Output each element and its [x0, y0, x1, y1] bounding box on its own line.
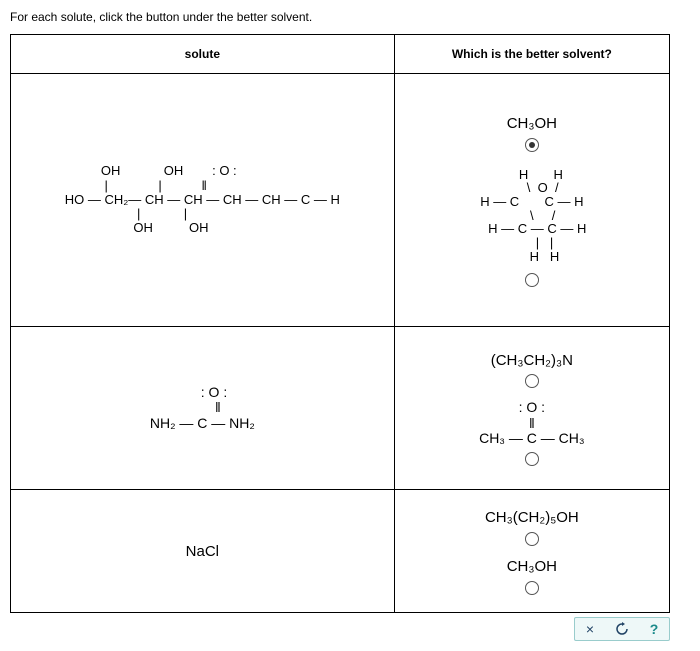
solvent-2b-radio[interactable] — [525, 452, 539, 466]
solvent-cell-3: CH₃(CH₂)₅OH CH₃OH — [394, 490, 669, 613]
solvent-3a-label: CH₃(CH₂)₅OH — [403, 509, 661, 526]
solute-cell-3: NaCl — [11, 490, 395, 613]
solvent-2a-radio[interactable] — [525, 374, 539, 388]
close-icon[interactable]: × — [583, 622, 597, 636]
acetone-structure: : O : ‖ CH₃ — C — CH₃ — [479, 400, 585, 446]
button-box: × ? — [574, 617, 670, 641]
solvent-cell-1: CH₃OH H H \ O / H — C C — H \ / H — C — … — [394, 74, 669, 327]
furan-structure: H H \ O / H — C C — H \ / H — C — C — H … — [477, 168, 586, 263]
solute-cell-2: : O : ‖ NH₂ — C — NH₂ — [11, 327, 395, 490]
solvent-3b-label: CH₃OH — [403, 558, 661, 575]
instruction-text: For each solute, click the button under … — [10, 10, 690, 24]
solute-solvent-table: solute Which is the better solvent? OH O… — [10, 34, 670, 613]
urea-structure: : O : ‖ NH₂ — C — NH₂ — [150, 385, 255, 431]
bottom-toolbar: × ? — [10, 617, 670, 641]
solvent-1a-radio[interactable] — [525, 138, 539, 152]
solvent-1a-label: CH₃OH — [403, 115, 661, 132]
solvent-1b-radio[interactable] — [525, 273, 539, 287]
solvent-3b-radio[interactable] — [525, 581, 539, 595]
reset-icon[interactable] — [615, 622, 629, 636]
help-icon[interactable]: ? — [647, 622, 661, 636]
glucose-structure: OH OH : O : | | ‖ HO — CH₂— CH — CH — CH… — [65, 164, 340, 235]
solvent-2a-label: (CH₃CH₂)₃N — [403, 352, 661, 369]
solvent-cell-2: (CH₃CH₂)₃N : O : ‖ CH₃ — C — CH₃ — [394, 327, 669, 490]
solute-cell-1: OH OH : O : | | ‖ HO — CH₂— CH — CH — CH… — [11, 74, 395, 327]
header-solvent: Which is the better solvent? — [394, 35, 669, 74]
header-solute: solute — [11, 35, 395, 74]
nacl-label: NaCl — [19, 543, 386, 560]
solvent-3a-radio[interactable] — [525, 532, 539, 546]
